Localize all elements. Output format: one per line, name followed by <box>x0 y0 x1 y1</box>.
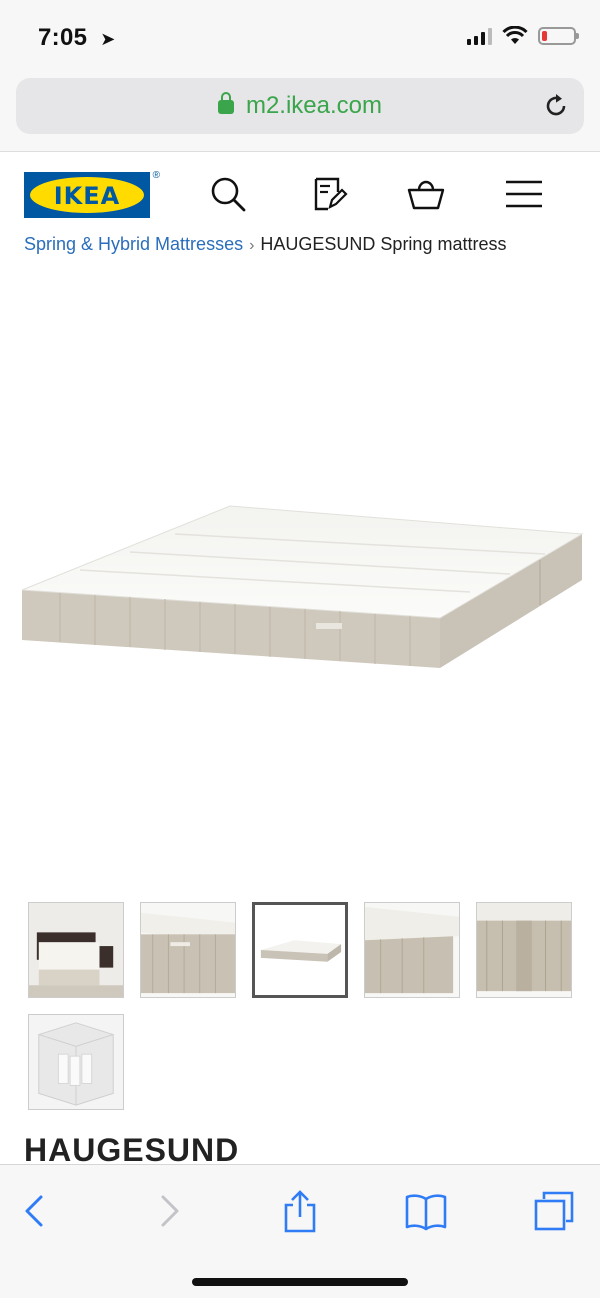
status-time: 7:05 ➤ <box>38 24 116 52</box>
lock-icon <box>217 92 234 114</box>
ikea-logo[interactable]: IKEA ® <box>24 170 160 218</box>
menu-icon[interactable] <box>504 174 544 214</box>
site-header: IKEA ® <box>0 152 600 232</box>
bookmarks-icon[interactable] <box>404 1189 448 1233</box>
url-display[interactable]: m2.ikea.com <box>16 92 584 120</box>
clock: 7:05 <box>38 24 88 51</box>
browser-address-area: m2.ikea.com <box>0 72 600 152</box>
logo-text: IKEA <box>53 182 121 210</box>
share-icon[interactable] <box>278 1189 322 1233</box>
search-icon[interactable] <box>208 174 248 214</box>
thumbnail-side-corner[interactable] <box>140 902 236 998</box>
thumbnail-corner-closeup[interactable] <box>364 902 460 998</box>
breadcrumb-separator: › <box>249 237 255 254</box>
forward-icon[interactable] <box>146 1189 190 1233</box>
registered-mark: ® <box>152 170 160 181</box>
shopping-list-icon[interactable] <box>308 174 348 214</box>
breadcrumb: Spring & Hybrid Mattresses › HAUGESUND Spr… <box>24 234 506 255</box>
battery-icon <box>538 27 579 45</box>
url-text: m2.ikea.com <box>245 92 383 119</box>
back-icon[interactable] <box>14 1189 58 1233</box>
status-bar: 7:05 ➤ <box>0 0 600 72</box>
status-indicators <box>467 26 579 46</box>
cellular-signal-icon <box>467 27 492 45</box>
basket-icon[interactable] <box>406 174 446 214</box>
location-arrow-icon: ➤ <box>100 29 116 49</box>
breadcrumb-parent-link[interactable]: Spring & Hybrid Mattresses <box>24 234 243 254</box>
thumbnail-side-closeup[interactable] <box>476 902 572 998</box>
reload-icon[interactable] <box>542 92 570 120</box>
breadcrumb-current: HAUGESUND Spring mattress <box>260 234 507 254</box>
thumbnail-full-mattress[interactable] <box>252 902 348 998</box>
home-indicator[interactable] <box>192 1278 408 1286</box>
thumbnail-bedroom[interactable] <box>28 902 124 998</box>
tabs-icon[interactable] <box>532 1189 576 1233</box>
product-main-image[interactable] <box>0 470 600 710</box>
wifi-icon <box>502 26 528 44</box>
browser-toolbar <box>0 1164 600 1298</box>
address-bar[interactable]: m2.ikea.com <box>16 78 584 134</box>
thumbnail-packaged[interactable] <box>28 1014 124 1110</box>
